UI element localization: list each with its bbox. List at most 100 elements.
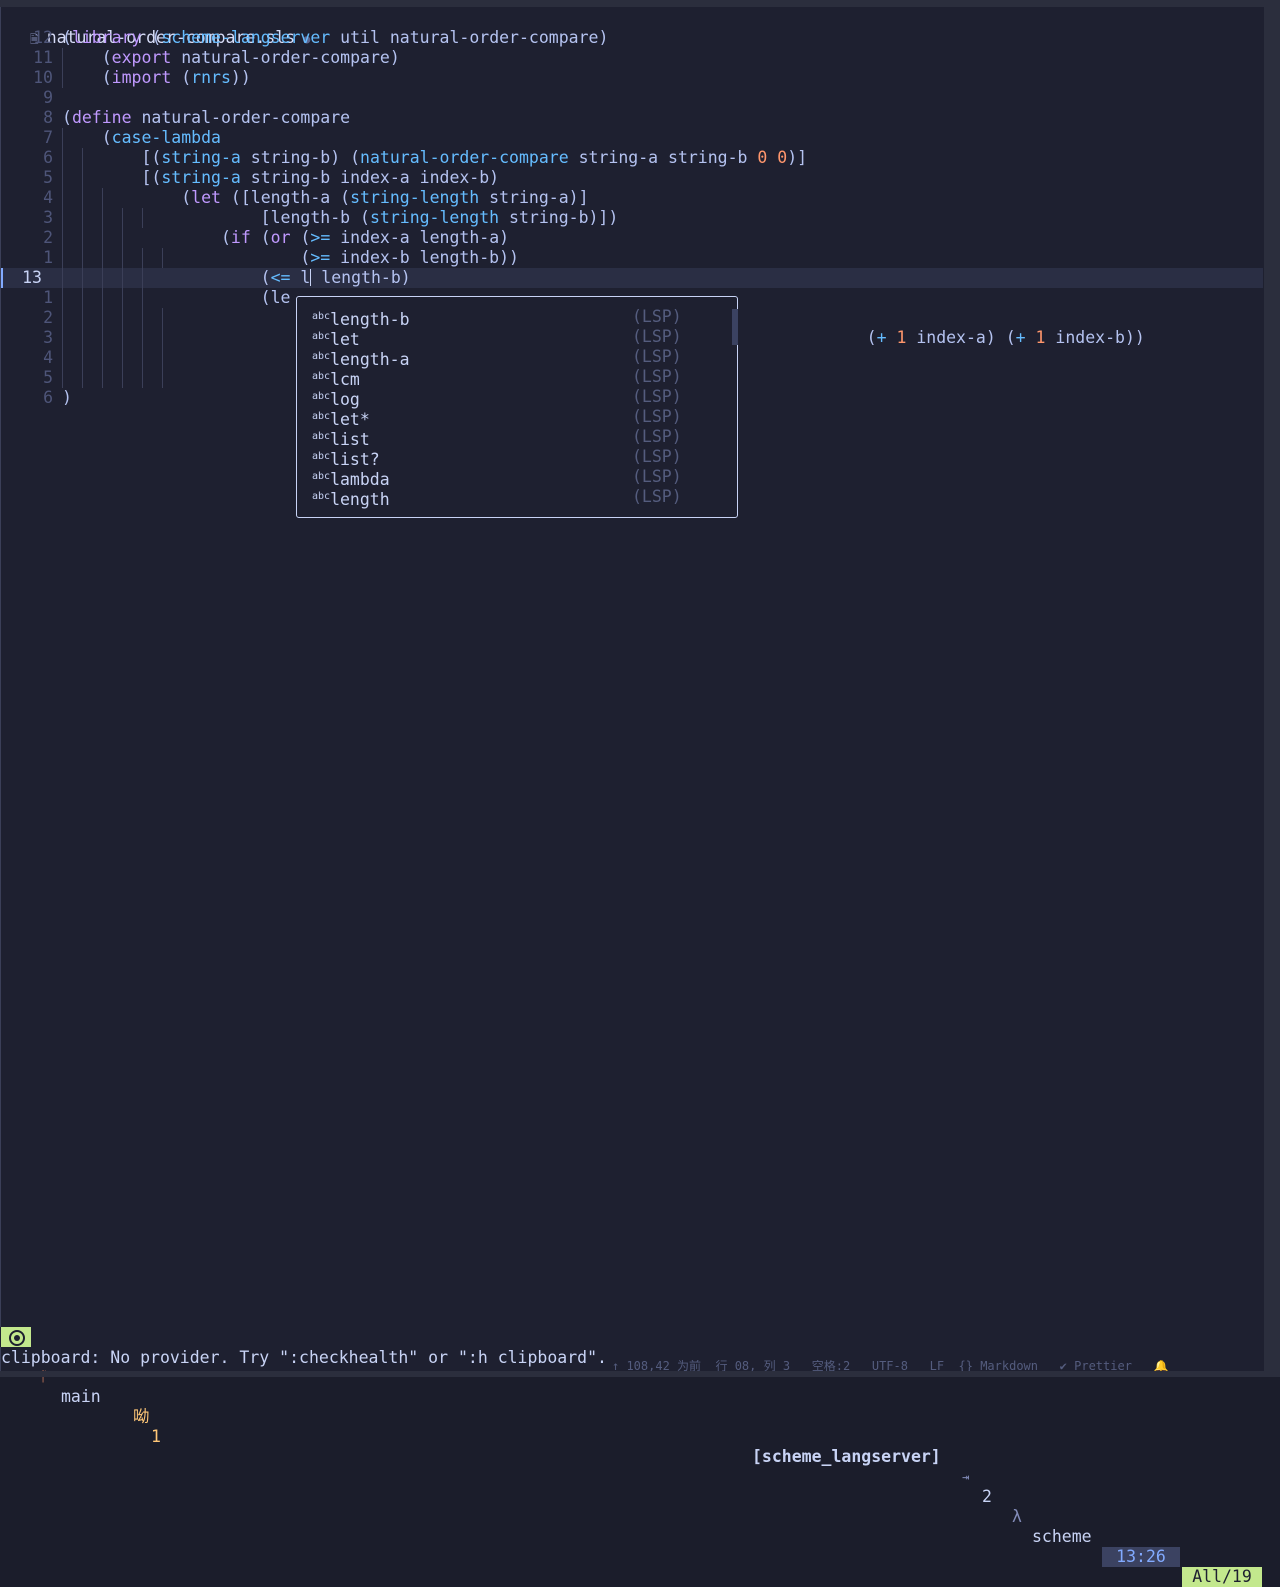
indent-guide <box>162 368 163 388</box>
text-kind-icon: abc <box>312 451 331 462</box>
code-token: library <box>71 28 142 47</box>
line-number: 8 <box>43 108 53 127</box>
code-token: index-b)) <box>1045 328 1145 347</box>
completion-item[interactable]: abclog (LSP) <box>312 387 692 409</box>
code-token: [length-b ( <box>62 208 370 227</box>
completion-item[interactable]: abclength (LSP) <box>312 487 692 509</box>
cursor-position: 13:26 <box>1102 1547 1180 1567</box>
code-line[interactable]: 7 (case-lambda <box>1 128 1263 148</box>
code-token: export <box>111 48 172 67</box>
code-token: ( <box>290 228 311 247</box>
text-kind-icon: abc <box>312 471 331 482</box>
code-token: ( <box>62 248 311 267</box>
line-number: 9 <box>43 88 53 107</box>
warning-icon: 呦 <box>133 1407 150 1426</box>
code-token: ( <box>250 228 271 247</box>
code-line[interactable]: 12 (library (scheme-langserver util natur… <box>1 28 1263 48</box>
completion-item[interactable]: abclet (LSP) <box>312 327 692 349</box>
code-token: string-length <box>369 208 500 227</box>
command-line-message: clipboard: No provider. Try ":checkhealt… <box>1 1348 607 1367</box>
code-token: [( <box>62 148 162 167</box>
code-line[interactable]: 6 [(string-a string-b) (natural-order-co… <box>1 148 1263 168</box>
window-scroll-edge <box>1264 0 1280 1377</box>
completion-popup[interactable]: abclength-b (LSP) abclet (LSP) abclength-a (L… <box>296 296 738 518</box>
completion-item[interactable]: abclist (LSP) <box>312 427 692 449</box>
completion-item[interactable]: abclambda (LSP) <box>312 467 692 489</box>
code-token: 0 <box>777 148 788 167</box>
code-line[interactable]: 11 (export natural-order-compare) <box>1 48 1263 68</box>
text-kind-icon: abc <box>312 371 331 382</box>
completion-item[interactable]: abclist? (LSP) <box>312 447 692 469</box>
indent-guide <box>142 348 143 368</box>
code-line[interactable]: 4 (let ([length-a (string-length string-… <box>1 188 1263 208</box>
indent-guide <box>62 348 63 368</box>
indent-guide <box>102 308 103 328</box>
line-number: 13 <box>22 268 42 287</box>
code-token: define <box>71 108 132 127</box>
neovim-icon <box>1 1327 31 1347</box>
code-token: )) <box>230 68 251 87</box>
code-token: scheme-langserver <box>161 28 331 47</box>
line-text: (<= l length-b) <box>62 268 411 288</box>
completion-scrollbar-thumb[interactable] <box>732 309 738 345</box>
statusline: ᚠ main 呦 1 [scheme_langserver] ⇥ 2 λ sch… <box>0 1327 1264 1587</box>
code-token: if <box>230 228 251 247</box>
code-token: >= <box>310 248 331 267</box>
code-token: or <box>270 228 291 247</box>
completion-item[interactable]: abclength-a (LSP) <box>312 347 692 369</box>
code-token: l <box>290 268 311 287</box>
completion-item[interactable]: abclet* (LSP) <box>312 407 692 429</box>
code-line[interactable]: 9 <box>1 88 1263 108</box>
completion-item[interactable]: abclcm (LSP) <box>312 367 692 389</box>
current-line[interactable]: 13 (<= l length-b) <box>1 268 1263 288</box>
line-number: 4 <box>43 188 53 207</box>
code-token: )] <box>787 148 808 167</box>
lambda-icon: λ <box>1012 1507 1022 1526</box>
code-token: 1 <box>896 328 907 347</box>
line-text: [length-b (string-length string-b)]) <box>62 208 619 228</box>
indent-guide <box>122 348 123 368</box>
text-kind-icon: abc <box>312 331 331 342</box>
indent-guide <box>162 308 163 328</box>
indent-guide <box>62 308 63 328</box>
completion-source: (LSP) <box>632 427 682 446</box>
indent-size: 2 <box>982 1487 992 1506</box>
code-token: string-length <box>350 188 480 207</box>
text-kind-icon: abc <box>312 391 331 402</box>
code-token: ( <box>141 28 162 47</box>
git-branch[interactable]: main <box>61 1387 101 1407</box>
diagnostics-count[interactable]: 1 <box>151 1427 161 1447</box>
code-line[interactable]: 5 [(string-a string-b index-a index-b) <box>1 168 1263 188</box>
completion-item[interactable]: abclength-b (LSP) <box>312 307 692 329</box>
code-line[interactable]: 10 (import (rnrs)) <box>1 68 1263 88</box>
indent-guide <box>142 308 143 328</box>
code-line[interactable]: 2 (if (or (>= index-a length-a) <box>1 228 1263 248</box>
completion-source: (LSP) <box>632 327 682 346</box>
code-line[interactable]: 1 (>= index-b length-b)) <box>1 248 1263 268</box>
completion-source: (LSP) <box>632 487 682 506</box>
indent-guide <box>122 368 123 388</box>
line-text: (import (rnrs)) <box>62 68 251 88</box>
text-kind-icon: abc <box>312 351 331 362</box>
code-token: case-lambda <box>111 128 221 147</box>
line-text: (le <box>62 288 291 308</box>
code-token: ( <box>62 108 72 127</box>
filetype: scheme <box>1032 1527 1092 1546</box>
code-line[interactable]: 3 [length-b (string-length string-b)]) <box>1 208 1263 228</box>
code-line[interactable]: 8 (define natural-order-compare <box>1 108 1263 128</box>
code-token: ([length-a ( <box>220 188 351 207</box>
line-number: 4 <box>43 348 53 367</box>
code-token: ( <box>62 128 112 147</box>
bottom-window-edge <box>0 1371 1280 1377</box>
completion-source: (LSP) <box>632 367 682 386</box>
code-token: index-a length-a) <box>330 228 510 247</box>
code-token: string-a <box>161 168 241 187</box>
indent-guide <box>142 368 143 388</box>
indent-guide <box>82 368 83 388</box>
code-token: ( <box>62 228 231 247</box>
line-number: 2 <box>43 308 53 327</box>
code-token: ) <box>62 388 72 407</box>
code-token: 1 <box>1035 328 1046 347</box>
line-number: 6 <box>43 148 53 167</box>
